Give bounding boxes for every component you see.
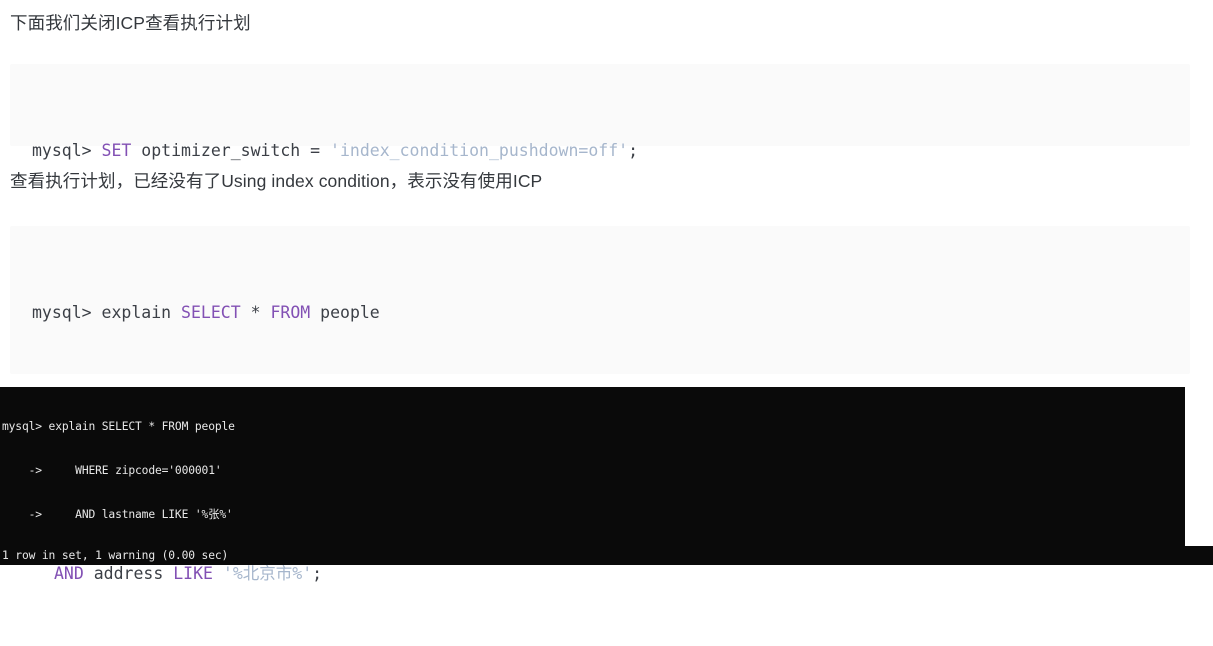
article-page: 下面我们关闭ICP查看执行计划 mysql> SET optimizer_swi…: [0, 0, 1213, 586]
code-column-address: address: [83, 564, 174, 583]
code-prompt: mysql>: [32, 303, 102, 322]
code-keyword-and: AND: [54, 564, 84, 583]
code-string-literal: 'index_condition_pushdown=off': [330, 141, 629, 160]
code-string-address: '%北京市%': [222, 564, 313, 583]
paragraph-result: 查看执行计划，已经没有了Using index condition，表示没有使用…: [10, 171, 543, 191]
code-star: *: [240, 303, 271, 322]
code-keyword-from: FROM: [270, 303, 311, 322]
code-table-name: people: [310, 303, 380, 322]
code-line: mysql> explain SELECT * FROM people: [10, 298, 1190, 327]
code-block-set-optimizer-switch: mysql> SET optimizer_switch = 'index_con…: [10, 64, 1190, 247]
code-punctuation: ;: [628, 141, 638, 160]
code-line: mysql> SET optimizer_switch = 'index_con…: [10, 136, 1190, 165]
code-keyword-explain: explain: [101, 303, 172, 322]
terminal-prompt-line: -> AND lastname LIKE '%张%': [2, 507, 233, 521]
paragraph-intro: 下面我们关闭ICP查看执行计划: [10, 13, 251, 33]
terminal-output-block: mysql> explain SELECT * FROM people -> W…: [0, 387, 1185, 565]
code-keyword-select: SELECT: [181, 303, 241, 322]
code-keyword-like: LIKE: [173, 564, 213, 583]
code-keyword-set: SET: [101, 141, 132, 160]
terminal-prompt-line: mysql> explain SELECT * FROM people: [2, 420, 235, 434]
code-punctuation: ;: [312, 564, 323, 583]
code-text: optimizer_switch =: [131, 141, 331, 160]
terminal-prompt-line: -> WHERE zipcode='000001': [2, 463, 222, 477]
terminal-footer-text: 1 row in set, 1 warning (0.00 sec): [2, 549, 229, 562]
code-prompt: mysql>: [32, 141, 102, 160]
code-block-explain-query: mysql> explain SELECT * FROM people WHER…: [10, 226, 1190, 583]
